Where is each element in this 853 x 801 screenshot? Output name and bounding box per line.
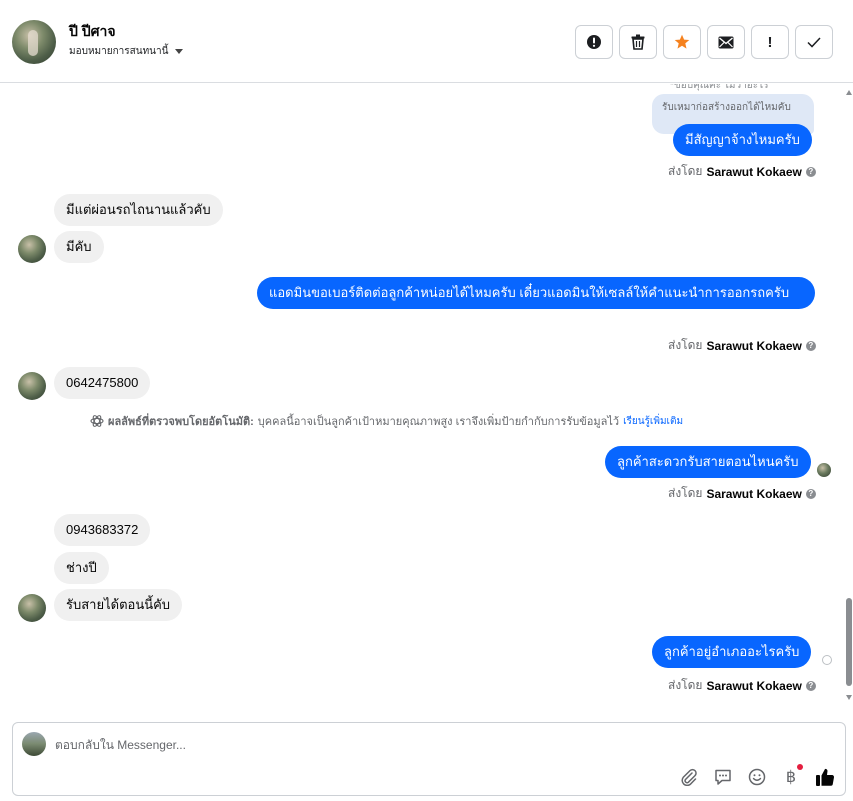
sender-name[interactable]: Sarawut Kokaew [706, 165, 801, 179]
message-incoming[interactable]: รับสายได้ตอนนี้คับ [54, 589, 183, 621]
help-icon[interactable]: ? [805, 680, 816, 691]
delete-button[interactable] [619, 25, 657, 59]
mark-spam-button[interactable] [575, 25, 613, 59]
mark-unread-button[interactable] [707, 25, 745, 59]
message-outgoing[interactable]: มีสัญญาจ้างไหมครับ [673, 124, 812, 156]
follow-up-button[interactable]: ! [751, 25, 789, 59]
learn-more-link[interactable]: เรียนรู้เพิ่มเติม [623, 414, 683, 429]
sent-by-label: ส่งโดย Sarawut Kokaew ? [668, 162, 816, 181]
message-incoming[interactable]: มีคับ [54, 231, 104, 263]
notification-dot [797, 764, 803, 770]
auto-note-text: บุคคลนี้อาจเป็นลูกค้าเป้าหมายคุณภาพสูง เ… [257, 416, 620, 428]
smile-icon [748, 768, 766, 786]
sent-by-label: ส่งโดย Sarawut Kokaew ? [668, 484, 816, 503]
delivered-check-icon [822, 655, 832, 665]
thumbs-up-icon [816, 768, 835, 786]
contact-avatar-small[interactable] [18, 372, 46, 400]
thread-scrollbar[interactable] [845, 84, 853, 704]
contact-avatar[interactable] [12, 20, 56, 64]
assign-label: มอบหมายการสนทนานี้ [69, 46, 169, 57]
reply-input[interactable] [55, 735, 755, 755]
sent-by-prefix: ส่งโดย [668, 678, 703, 692]
cut-off-text: *ขอบคุณค่ะ ไม่ว่าอะไร [670, 84, 769, 91]
exclamation-icon: ! [767, 33, 773, 51]
composer-tools: ฿ [679, 764, 835, 787]
help-icon[interactable]: ? [805, 166, 816, 177]
header-actions: ! [575, 25, 833, 59]
assign-conversation-dropdown[interactable]: มอบหมายการสนทนานี้ [69, 44, 184, 59]
help-icon[interactable]: ? [805, 340, 816, 351]
star-button[interactable] [663, 25, 701, 59]
comment-icon [715, 769, 731, 785]
scroll-thumb[interactable] [846, 598, 852, 686]
message-incoming[interactable]: มีแต่ผ่อนรถไถนานแล้วคับ [54, 194, 223, 226]
like-button[interactable] [815, 767, 835, 787]
conversation-header: ปี ปีศาจ มอบหมายการสนทนานี้ ! [0, 0, 853, 83]
sender-name[interactable]: Sarawut Kokaew [706, 487, 801, 501]
message-outgoing[interactable]: ลูกค้าอยู่อำเภออะไรครับ [652, 636, 812, 668]
atom-icon [90, 415, 104, 427]
sent-by-prefix: ส่งโดย [668, 338, 703, 352]
attach-button[interactable] [679, 767, 699, 787]
alert-circle-icon [587, 35, 601, 49]
page-avatar [22, 732, 46, 756]
auto-note-label: ผลลัพธ์ที่ตรวจพบโดยอัตโนมัติ: [108, 416, 254, 428]
sent-by-prefix: ส่งโดย [668, 486, 703, 500]
message-outgoing[interactable]: แอดมินขอเบอร์ติดต่อลูกค้าหน่อยได้ไหมครับ… [257, 277, 815, 309]
paperclip-icon [681, 768, 697, 786]
baht-icon: ฿ [785, 769, 797, 786]
saved-replies-button[interactable] [713, 767, 733, 787]
contact-name[interactable]: ปี ปีศาจ [69, 21, 116, 43]
trash-icon [631, 34, 645, 50]
seen-avatar [817, 463, 831, 477]
message-thread: *ขอบคุณค่ะ ไม่ว่าอะไร รับเหมาก่อสร้างออก… [0, 84, 853, 712]
envelope-icon [718, 36, 734, 48]
contact-avatar-small[interactable] [18, 235, 46, 263]
message-incoming[interactable]: 0642475800 [54, 367, 151, 399]
caret-down-icon [175, 49, 184, 54]
help-icon[interactable]: ? [805, 488, 816, 499]
scroll-down-arrow-icon[interactable] [846, 695, 852, 700]
mark-done-button[interactable] [795, 25, 833, 59]
sender-name[interactable]: Sarawut Kokaew [706, 339, 801, 353]
sent-by-prefix: ส่งโดย [668, 164, 703, 178]
emoji-button[interactable] [747, 767, 767, 787]
message-outgoing[interactable]: ลูกค้าสะดวกรับสายตอนไหนครับ [605, 446, 811, 478]
sent-by-label: ส่งโดย Sarawut Kokaew ? [668, 336, 816, 355]
scroll-up-arrow-icon[interactable] [846, 90, 852, 95]
message-incoming[interactable]: 0943683372 [54, 514, 151, 546]
message-incoming[interactable]: ช่างปี [54, 552, 109, 584]
payment-button[interactable]: ฿ [781, 764, 803, 787]
auto-detected-note: ผลลัพธ์ที่ตรวจพบโดยอัตโนมัติ: บุคคลนี้อา… [90, 412, 683, 430]
sent-by-label: ส่งโดย Sarawut Kokaew ? [668, 676, 816, 695]
star-icon [674, 34, 690, 49]
sender-name[interactable]: Sarawut Kokaew [706, 679, 801, 693]
check-icon [807, 36, 821, 48]
reply-composer: ฿ [12, 722, 846, 796]
contact-avatar-small[interactable] [18, 594, 46, 622]
